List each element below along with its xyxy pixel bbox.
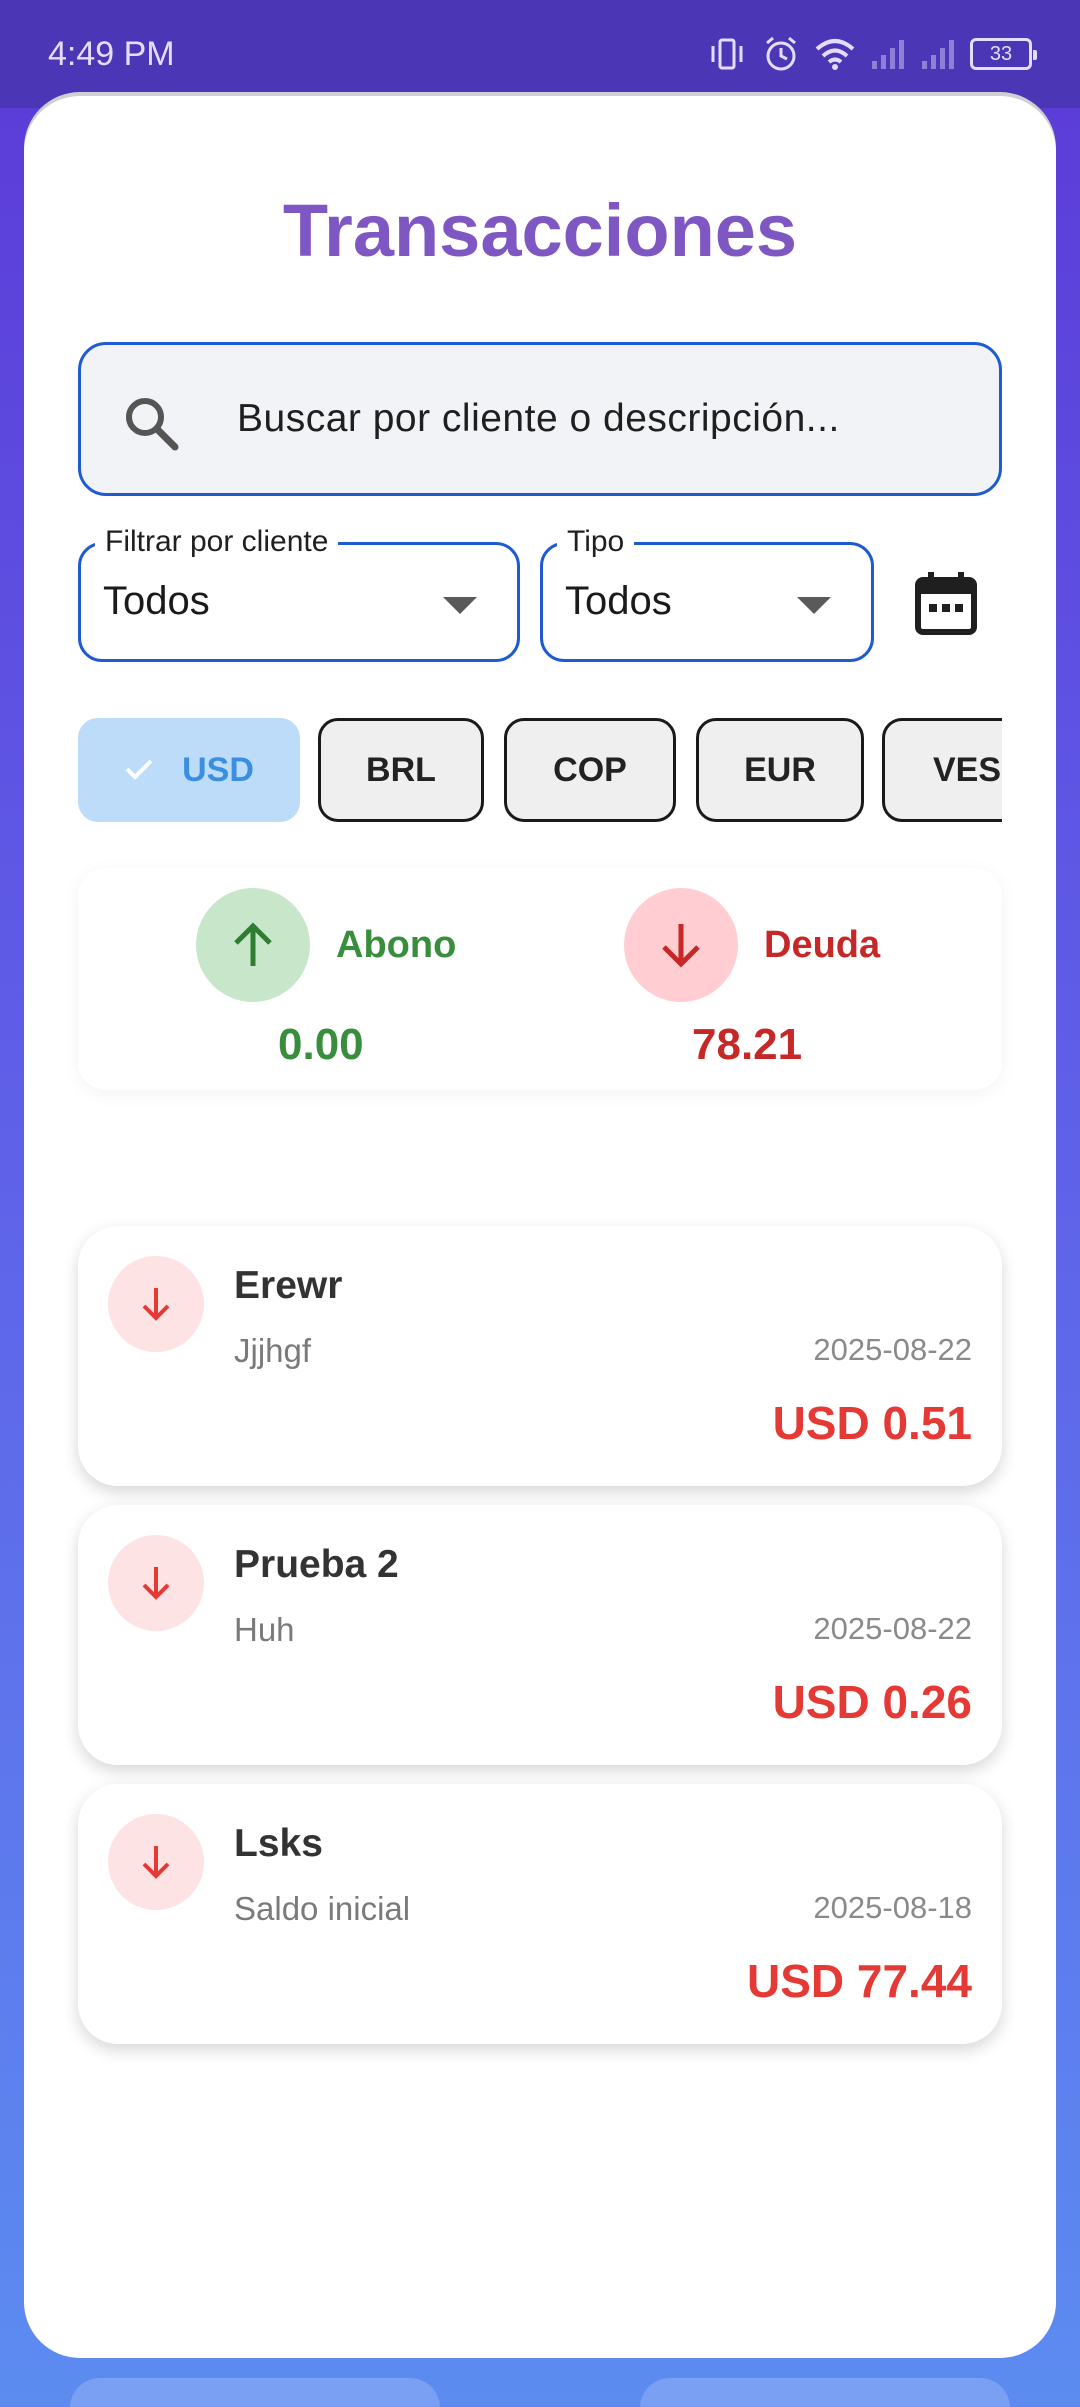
currency-chips: USD BRL COP EUR VES — [78, 718, 1002, 824]
calendar-icon — [915, 572, 977, 635]
transaction-client: Prueba 2 — [234, 1543, 399, 1586]
transaction-description: Saldo inicial — [234, 1890, 411, 1927]
signal-icon — [920, 37, 956, 71]
search-input[interactable]: Buscar por cliente o descripción... — [78, 342, 1002, 496]
transaction-description: Huh — [234, 1611, 295, 1648]
bottom-nav-pill — [70, 2378, 440, 2407]
debt-label: Deuda — [764, 923, 881, 966]
chip-eur[interactable]: EUR — [696, 718, 864, 822]
page-title: Transacciones — [282, 189, 798, 272]
chip-usd[interactable]: USD — [78, 718, 300, 822]
transaction-card[interactable]: Erewr Jjjhgf 2025-08-22 USD 0.51 — [78, 1226, 1002, 1486]
transaction-client: Erewr — [234, 1264, 343, 1307]
chip-label: EUR — [744, 750, 816, 789]
transaction-date: 2025-08-22 — [813, 1332, 972, 1367]
status-bar: 4:49 PM 33 — [0, 0, 1080, 108]
credit-label: Abono — [336, 923, 457, 966]
arrow-down-icon — [108, 1256, 204, 1352]
battery-level: 33 — [989, 42, 1013, 65]
transaction-date: 2025-08-18 — [813, 1890, 972, 1925]
chip-label: USD — [182, 750, 254, 789]
type-filter-value: Todos — [565, 579, 672, 623]
balance-summary: Abono 0.00 Deuda 78.21 — [78, 868, 1002, 1090]
chevron-down-icon — [797, 597, 831, 614]
arrow-down-icon — [108, 1535, 204, 1631]
transaction-amount: USD 0.26 — [772, 1676, 972, 1728]
alarm-icon — [762, 35, 800, 73]
calendar-button[interactable] — [914, 570, 978, 641]
search-icon — [121, 393, 181, 458]
arrow-down-icon — [624, 888, 738, 1002]
transaction-card[interactable]: Lsks Saldo inicial 2025-08-18 USD 77.44 — [78, 1784, 1002, 2044]
client-filter-label: Filtrar por cliente — [95, 525, 339, 559]
transaction-description: Jjjhgf — [234, 1332, 312, 1369]
chip-brl[interactable]: BRL — [318, 718, 484, 822]
credit-summary: Abono 0.00 — [196, 888, 616, 1069]
chip-ves[interactable]: VES — [882, 718, 1002, 822]
status-time: 4:49 PM — [48, 34, 175, 73]
search-placeholder: Buscar por cliente o descripción... — [237, 397, 840, 440]
debt-summary: Deuda 78.21 — [624, 888, 1044, 1069]
status-icons: 33 — [708, 35, 1037, 73]
chip-label: BRL — [366, 750, 436, 789]
arrow-up-icon — [196, 888, 310, 1002]
credit-value: 0.00 — [278, 1020, 364, 1069]
check-icon — [124, 751, 154, 790]
battery-icon: 33 — [970, 38, 1037, 70]
transaction-card[interactable]: Prueba 2 Huh 2025-08-22 USD 0.26 — [78, 1505, 1002, 1765]
transaction-amount: USD 77.44 — [746, 1955, 972, 2007]
client-filter-value: Todos — [103, 579, 210, 623]
wifi-icon — [814, 37, 856, 71]
chip-cop[interactable]: COP — [504, 718, 676, 822]
vibrate-icon — [708, 36, 748, 72]
chevron-down-icon — [443, 597, 477, 614]
type-filter-label: Tipo — [557, 525, 635, 559]
chip-label: VES — [932, 750, 1002, 789]
client-filter-dropdown[interactable]: Filtrar por cliente Todos — [78, 525, 520, 662]
arrow-down-icon — [108, 1814, 204, 1910]
type-filter-dropdown[interactable]: Tipo Todos — [540, 525, 874, 662]
transaction-client: Lsks — [234, 1822, 323, 1865]
transaction-date: 2025-08-22 — [813, 1611, 972, 1646]
transaction-amount: USD 0.51 — [772, 1397, 972, 1449]
chip-label: COP — [553, 750, 627, 789]
bottom-nav-pill — [640, 2378, 1010, 2407]
signal-icon — [870, 37, 906, 71]
debt-value: 78.21 — [692, 1020, 803, 1069]
